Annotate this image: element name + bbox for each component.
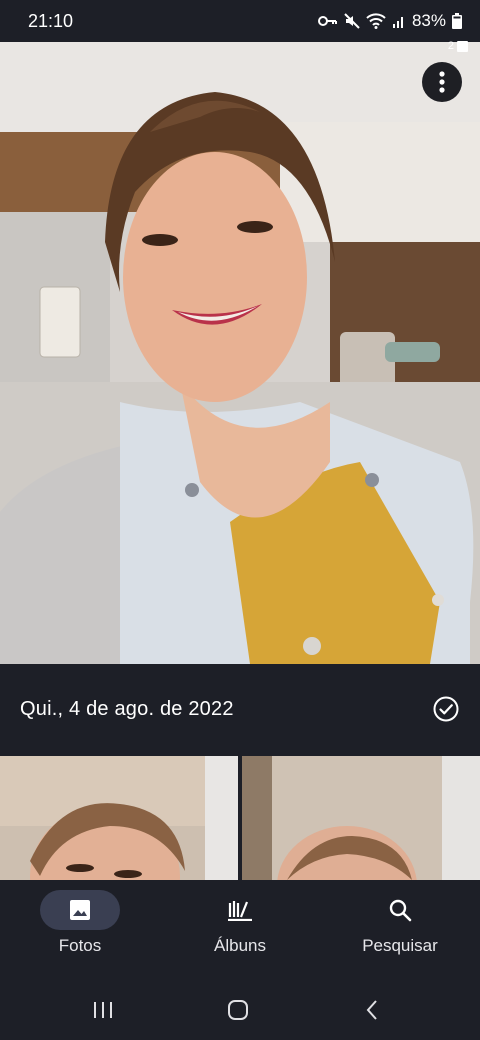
date-label: Qui., 4 de ago. de 2022	[20, 697, 234, 720]
more-vert-icon	[439, 71, 445, 93]
bottom-navigation: Fotos Álbuns Pesquisar	[0, 880, 480, 976]
photo-counter: 2	[448, 40, 468, 52]
vpn-key-icon	[317, 16, 337, 26]
nav-label: Álbuns	[214, 936, 266, 955]
recents-icon	[94, 1002, 112, 1018]
thumbnail-image	[0, 756, 238, 880]
main-photo[interactable]	[0, 42, 480, 664]
photo-icon	[70, 900, 90, 920]
battery-icon	[452, 13, 462, 29]
photo-grid	[0, 756, 480, 880]
date-header: Qui., 4 de ago. de 2022	[0, 664, 480, 754]
status-bar: 21:10 83%	[0, 0, 480, 42]
nav-label: Pesquisar	[362, 936, 438, 955]
status-icons: 83%	[317, 11, 462, 31]
photo-thumbnail[interactable]	[242, 756, 480, 880]
battery-percent: 83%	[411, 11, 446, 30]
copy-icon	[457, 40, 468, 52]
photo-image	[0, 42, 480, 664]
back-button[interactable]	[352, 996, 392, 1024]
nav-item-pesquisar[interactable]: Pesquisar	[320, 890, 480, 956]
thumbnail-image	[242, 756, 480, 880]
home-icon	[228, 1000, 248, 1020]
check-circle-icon[interactable]	[432, 695, 460, 723]
nav-item-albuns[interactable]: Álbuns	[160, 890, 320, 956]
more-options-button[interactable]	[422, 62, 462, 102]
back-icon	[366, 1000, 377, 1020]
status-time: 21:10	[28, 10, 74, 31]
photo-thumbnail[interactable]	[0, 756, 238, 880]
nav-pill	[200, 890, 280, 930]
nav-item-fotos[interactable]: Fotos	[0, 890, 160, 956]
wifi-icon	[366, 13, 386, 29]
search-icon	[389, 899, 412, 922]
recents-button[interactable]	[83, 996, 123, 1024]
nav-pill	[360, 890, 440, 930]
home-button[interactable]	[218, 996, 258, 1024]
albums-icon	[228, 901, 252, 921]
signal-icon	[392, 17, 403, 28]
nav-label: Fotos	[58, 936, 102, 955]
nav-pill-active	[40, 890, 120, 930]
mute-icon	[344, 13, 360, 29]
system-navigation	[0, 976, 480, 1040]
photo-counter-text: 2	[447, 40, 454, 52]
